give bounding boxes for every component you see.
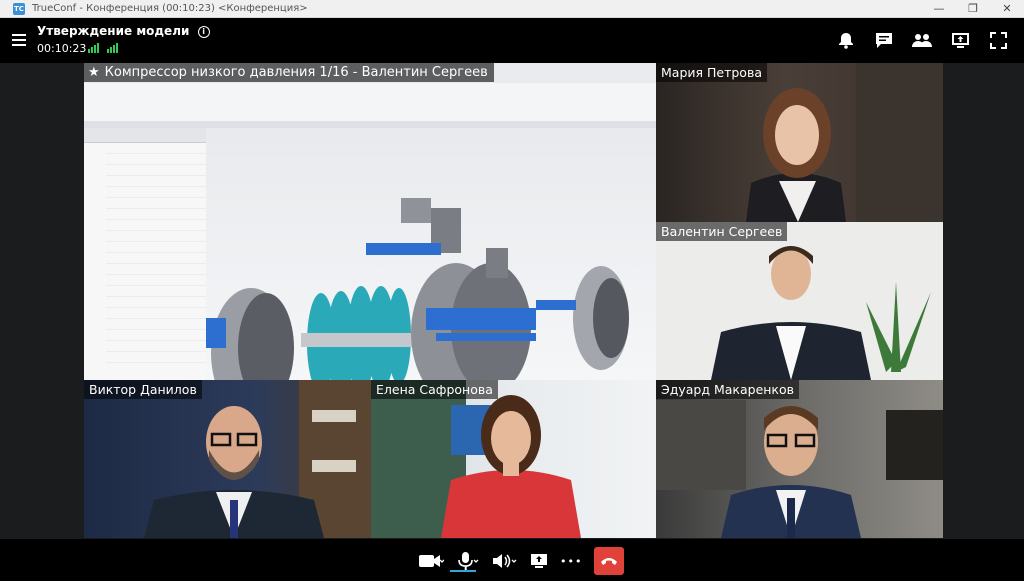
conference-controls: ••• <box>0 539 1024 581</box>
participant-video-image <box>746 63 943 222</box>
speaker-icon <box>493 554 517 568</box>
conference-header: Утверждение модели i 00:10:23 <box>0 18 1024 63</box>
camera-button[interactable] <box>418 548 444 574</box>
participant-tile[interactable]: Мария Петрова <box>656 63 943 222</box>
participant-video-image <box>371 380 581 538</box>
star-icon[interactable]: ★ <box>88 65 100 80</box>
participant-name: Елена Сафронова <box>371 380 498 399</box>
bell-icon[interactable] <box>836 30 856 50</box>
share-screen-icon[interactable] <box>950 30 970 50</box>
shared-screen-title: ★ Компрессор низкого давления 1/16 - Вал… <box>84 63 494 82</box>
compressor-model-image <box>206 198 629 380</box>
close-window-button[interactable]: ✕ <box>990 0 1024 18</box>
mic-active-indicator <box>450 570 476 572</box>
window-titlebar: TC TrueConf - Конференция (00:10:23) <Ко… <box>0 0 1024 18</box>
shared-screen-title-text: Компрессор низкого давления 1/16 - Вален… <box>104 65 488 80</box>
participants-icon[interactable] <box>912 30 932 50</box>
screen-share-button[interactable] <box>530 548 548 574</box>
window-title: TrueConf - Конференция (00:10:23) <Конфе… <box>32 3 308 14</box>
chat-icon[interactable] <box>874 30 894 50</box>
participant-tile[interactable]: Эдуард Макаренков <box>656 380 943 538</box>
minimize-button[interactable]: — <box>922 0 956 18</box>
camera-icon <box>419 555 444 567</box>
maximize-button[interactable]: ❐ <box>956 0 990 18</box>
network-signal-icon <box>88 43 99 53</box>
participant-name: Валентин Сергеев <box>656 222 788 241</box>
hamburger-menu-icon[interactable] <box>12 34 26 46</box>
participant-video-image <box>656 222 943 380</box>
cad-3d-viewport <box>206 128 656 380</box>
participant-tile[interactable]: Елена Сафронова <box>371 380 656 538</box>
fullscreen-icon[interactable] <box>988 30 1008 50</box>
hangup-button[interactable] <box>594 547 625 575</box>
cad-ribbon <box>84 83 656 122</box>
cad-model-tree <box>84 128 207 380</box>
conference-title: Утверждение модели i <box>37 24 210 38</box>
participant-video-image <box>656 400 943 538</box>
screen-share-icon <box>531 554 547 568</box>
header-actions <box>836 30 1008 50</box>
conference-timer: 00:10:23 <box>37 42 87 55</box>
participant-name: Эдуард Макаренков <box>656 380 799 399</box>
participant-tile[interactable]: Виктор Данилов <box>84 380 371 538</box>
microphone-icon <box>458 552 479 570</box>
more-options-button[interactable]: ••• <box>560 548 582 574</box>
trueconf-logo-icon: TC <box>13 2 25 15</box>
participant-name: Виктор Данилов <box>84 380 202 399</box>
info-icon[interactable]: i <box>197 26 210 38</box>
participant-video-image <box>144 380 371 538</box>
participant-name: Мария Петрова <box>656 63 767 82</box>
participant-tile[interactable]: Валентин Сергеев <box>656 222 943 380</box>
conference-title-text: Утверждение модели <box>37 24 190 38</box>
speaker-button[interactable] <box>492 548 518 574</box>
phone-hangup-icon <box>601 558 618 565</box>
audio-signal-icon <box>107 43 118 53</box>
shared-screen-tile[interactable]: ★ Компрессор низкого давления 1/16 - Вал… <box>84 63 656 380</box>
